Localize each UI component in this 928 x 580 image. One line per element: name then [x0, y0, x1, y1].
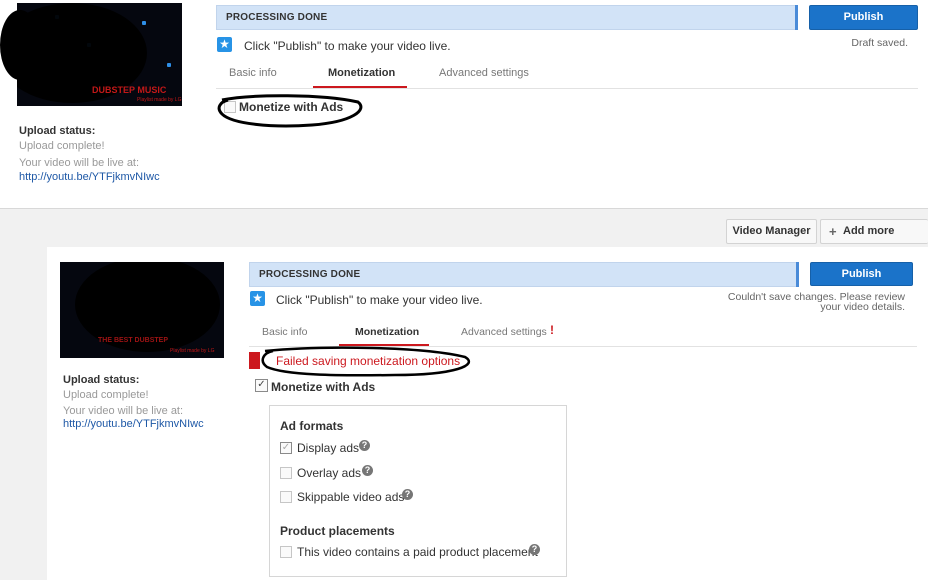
annotation-circle: [217, 94, 363, 128]
video-url-link[interactable]: http://youtu.be/YTFjkmvNIwc: [63, 418, 204, 430]
tab-monetization[interactable]: Monetization: [328, 67, 395, 79]
display-ads-label: Display ads: [297, 441, 360, 455]
processing-status-text: PROCESSING DONE: [226, 12, 328, 23]
live-label: Your video will be live at:: [19, 157, 140, 169]
help-icon[interactable]: ?: [359, 440, 370, 451]
save-error-note-line2: your video details.: [820, 301, 905, 313]
tab-basic-info[interactable]: Basic info: [229, 67, 277, 79]
thumbnail-subtitle: Playlist made by LG: [170, 348, 215, 354]
ad-options-box: Ad formats ✓ Display ads ? Overlay ads ?…: [269, 405, 567, 577]
help-icon[interactable]: ?: [362, 465, 373, 476]
tabs-divider: [216, 88, 918, 89]
warning-icon: !: [550, 323, 554, 337]
video-url-link[interactable]: http://youtu.be/YTFjkmvNIwc: [19, 171, 160, 183]
product-placement-label: This video contains a paid product place…: [297, 545, 538, 559]
product-placement-checkbox[interactable]: [280, 546, 292, 558]
help-icon[interactable]: ?: [529, 544, 540, 555]
publish-hint: Click "Publish" to make your video live.: [276, 293, 483, 307]
tab-basic-info[interactable]: Basic info: [262, 326, 308, 338]
tab-monetization[interactable]: Monetization: [355, 326, 419, 338]
video-thumbnail: THE BEST DUBSTEP Playlist made by LG: [60, 262, 224, 358]
add-more-videos-button[interactable]: + Add more videos: [820, 219, 928, 260]
star-icon: ★: [250, 291, 265, 306]
processing-status-bar: PROCESSING DONE: [216, 5, 798, 30]
video-thumbnail: DUBSTEP MUSIC Playlist made by LG: [17, 3, 182, 106]
thumbnail-subtitle: Playlist made by LG: [137, 97, 182, 103]
tab-advanced-settings[interactable]: Advanced settings: [461, 326, 547, 338]
product-placements-heading: Product placements: [280, 524, 395, 538]
monetize-checkbox[interactable]: ✓: [255, 379, 268, 392]
overlay-ads-label: Overlay ads: [297, 466, 362, 480]
upload-status-label: Upload status:: [19, 125, 96, 137]
publish-button[interactable]: Publish: [810, 262, 913, 286]
upload-status-value: Upload complete!: [19, 140, 105, 152]
publish-hint: Click "Publish" to make your video live.: [244, 39, 451, 53]
help-icon[interactable]: ?: [402, 489, 413, 500]
processing-status-bar: PROCESSING DONE: [249, 262, 799, 287]
skippable-ads-checkbox[interactable]: [280, 491, 292, 503]
thumbnail-title: DUBSTEP MUSIC: [92, 85, 167, 95]
display-ads-checkbox[interactable]: ✓: [280, 442, 292, 454]
video-manager-button[interactable]: Video Manager: [726, 219, 817, 244]
annotation-circle: [261, 346, 471, 377]
upload-status-label: Upload status:: [63, 374, 140, 386]
upload-status-value: Upload complete!: [63, 389, 149, 401]
plus-icon: +: [829, 224, 837, 239]
redaction-scribble: [0, 10, 40, 80]
star-icon: ★: [217, 37, 232, 52]
skippable-ads-label: Skippable video ads: [297, 490, 405, 504]
save-status-note: Draft saved.: [851, 37, 908, 49]
ad-formats-heading: Ad formats: [280, 419, 344, 433]
bottom-upload-panel: THE BEST DUBSTEP Playlist made by LG Upl…: [47, 247, 928, 580]
thumbnail-title: THE BEST DUBSTEP: [98, 337, 169, 344]
live-label: Your video will be live at:: [63, 405, 184, 417]
processing-status-text: PROCESSING DONE: [259, 269, 361, 280]
monetize-label: Monetize with Ads: [271, 380, 376, 394]
tab-advanced-settings[interactable]: Advanced settings: [439, 67, 529, 79]
overlay-ads-checkbox[interactable]: [280, 467, 292, 479]
top-upload-panel: DUBSTEP MUSIC Playlist made by LG Upload…: [0, 0, 928, 209]
publish-button[interactable]: Publish: [809, 5, 918, 30]
